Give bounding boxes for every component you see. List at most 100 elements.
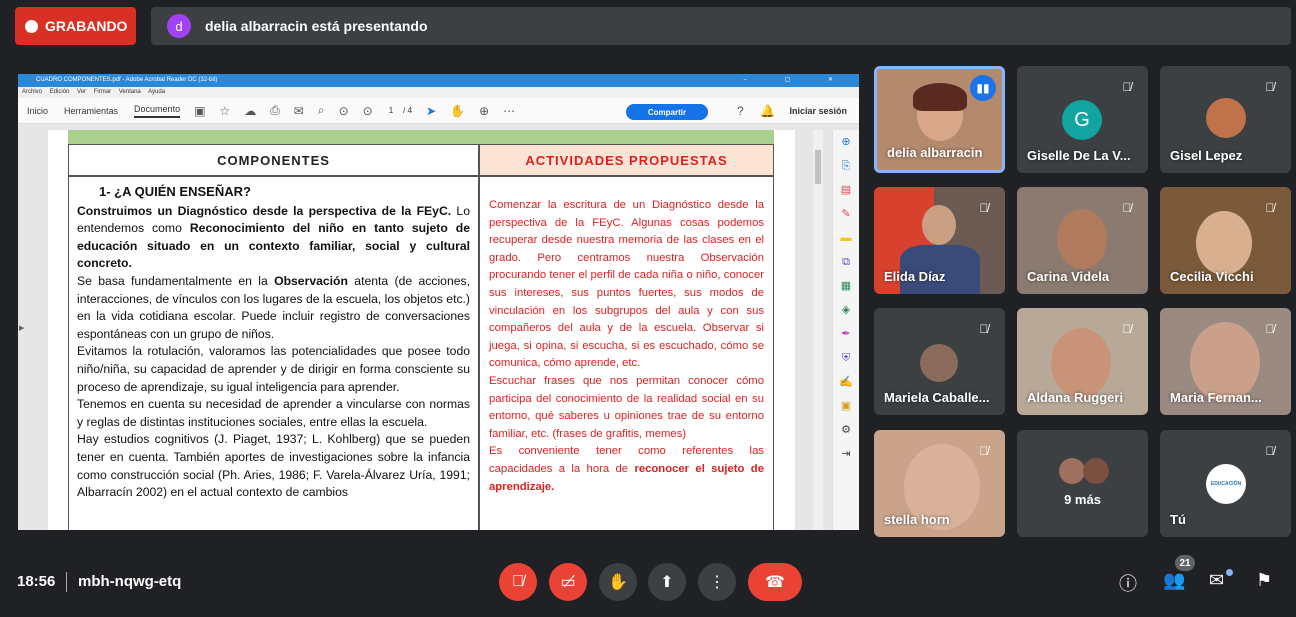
- tile-self[interactable]: EDUCACIÓN 🎙̸ Tú: [1160, 430, 1291, 537]
- speaking-icon: ▮▮: [970, 75, 996, 101]
- video-hair: [913, 83, 967, 111]
- header-actividades: ACTIVIDADES PROPUESTAS: [479, 144, 774, 176]
- excel-icon: ▦: [840, 280, 852, 292]
- sign-icon: ✍: [839, 376, 853, 388]
- mic-off-icon: 🎙̸: [979, 444, 989, 458]
- people-icon[interactable]: 👥: [1163, 570, 1185, 591]
- mic-off-icon: 🎙̸: [1265, 444, 1275, 458]
- mic-toggle-button[interactable]: 🎙̸: [499, 563, 537, 601]
- present-icon: ⬆: [660, 574, 674, 591]
- star-icon: ☆: [219, 103, 231, 118]
- export-pdf-icon: ⎘: [841, 160, 851, 172]
- mic-off-icon: 🎙̸: [979, 322, 989, 336]
- activity-1: Comenzar la escritura de un Diagnóstico …: [489, 199, 764, 370]
- participant-name: Elida Díaz: [884, 269, 946, 284]
- paragraph-4: Tenemos en cuenta su necesidad de aprend…: [77, 397, 470, 429]
- menu-archivo: Archivo: [22, 89, 43, 95]
- hand-icon: ✋: [450, 103, 466, 118]
- tile-carina[interactable]: 🎙̸ Carina Videla: [1017, 187, 1148, 294]
- section-title: 1- ¿A QUIÉN ENSEÑAR?: [99, 184, 251, 199]
- save-icon: ▣: [194, 103, 206, 118]
- tab-documento: Documento: [134, 104, 181, 118]
- tile-aldana[interactable]: 🎙̸ Aldana Ruggeri: [1017, 308, 1148, 415]
- upload-icon: ☁: [244, 103, 257, 118]
- paragraph-1: Construimos un Diagnóstico desde la pers…: [77, 203, 470, 273]
- mic-off-icon: 🎙̸: [1122, 80, 1132, 94]
- mic-off-icon: 🎙̸: [1265, 322, 1275, 336]
- edit-pdf-icon: ✎: [841, 208, 851, 220]
- record-dot-icon: [25, 19, 38, 33]
- video-face: [1051, 328, 1111, 398]
- pdf-page: COMPONENTES ACTIVIDADES PROPUESTAS 1- ¿A…: [48, 130, 795, 530]
- tile-stella[interactable]: 🎙̸ stella horn: [874, 430, 1005, 537]
- presenter-banner: d delia albarracin está presentando: [151, 7, 1291, 45]
- hand-icon: ✋: [608, 574, 628, 591]
- mic-off-icon: 🎙̸: [512, 573, 524, 590]
- cursor-icon: ➤: [426, 103, 437, 118]
- tile-giselle[interactable]: G 🎙̸ Giselle De La V...: [1017, 66, 1148, 173]
- raise-hand-button[interactable]: ✋: [599, 563, 637, 601]
- comment-icon: ▬: [840, 232, 852, 244]
- participant-name: Maria Fernan...: [1170, 390, 1262, 405]
- tile-mariela[interactable]: 🎙̸ Mariela Caballe...: [874, 308, 1005, 415]
- more-count: 9 más: [1064, 492, 1101, 507]
- presenter-avatar: d: [167, 14, 191, 38]
- logo-educacion: EDUCACIÓN: [1206, 464, 1246, 504]
- acrobat-menubar: Archivo Edición Ver Firmar Ventana Ayuda: [18, 87, 859, 98]
- avatar-g: G: [1062, 100, 1102, 140]
- page-current: 1: [388, 106, 394, 115]
- tile-elida[interactable]: 🎙̸ Elida Díaz: [874, 187, 1005, 294]
- menu-edicion: Edición: [49, 89, 70, 95]
- divider: [66, 572, 67, 592]
- camera-off-icon: ▭̸: [560, 574, 576, 591]
- video-face: [1196, 211, 1252, 275]
- participant-name: Mariela Caballe...: [884, 390, 990, 405]
- acrobat-titlebar: CUADRO COMPONENTES.pdf - Adobe Acrobat R…: [18, 74, 859, 87]
- more-options-button[interactable]: ⋮: [698, 563, 736, 601]
- header-componentes: COMPONENTES: [68, 144, 479, 176]
- components-column: 1- ¿A QUIÉN ENSEÑAR? Construimos un Diag…: [68, 176, 479, 530]
- tile-gisel[interactable]: 🎙̸ Gisel Lepez: [1160, 66, 1291, 173]
- activity-2: Escuchar frases que nos permitan conocer…: [489, 374, 764, 440]
- page-up-icon: ⊙: [338, 103, 349, 118]
- share-button: Compartir: [626, 104, 708, 120]
- menu-ver: Ver: [77, 89, 87, 95]
- call-controls-bar: 18:56 mbh-nqwg-etq 🎙̸ ▭̸ ✋ ⬆ ⋮ ☎ ⓘ 👥 21 …: [0, 548, 1296, 617]
- meeting-code: mbh-nqwg-etq: [78, 573, 182, 590]
- paragraph-2: Se basa fundamentalmente en la Observaci…: [77, 273, 470, 343]
- search-icon: ⌕: [317, 103, 325, 117]
- p2-bold: Observación: [274, 273, 348, 288]
- camera-toggle-button[interactable]: ▭̸: [549, 563, 587, 601]
- participant-name: Tú: [1170, 512, 1186, 527]
- tile-maria[interactable]: 🎙̸ Maria Fernan...: [1160, 308, 1291, 415]
- mic-off-icon: 🎙̸: [1122, 322, 1132, 336]
- window-controls: – ▢ ✕: [743, 77, 851, 83]
- tile-delia[interactable]: ▮▮ delia albarracin: [874, 66, 1005, 173]
- info-icon[interactable]: ⓘ: [1119, 570, 1137, 596]
- present-button[interactable]: ⬆: [648, 563, 686, 601]
- chat-icon[interactable]: ✉: [1209, 570, 1224, 591]
- avatar-photo: [920, 344, 958, 382]
- page-down-icon: ⊙: [362, 103, 373, 118]
- acrobat-title: CUADRO COMPONENTES.pdf - Adobe Acrobat R…: [36, 77, 218, 83]
- share-label: Compartir: [647, 107, 687, 117]
- video-face: [922, 205, 956, 245]
- bell-icon: 🔔: [760, 104, 775, 118]
- tile-more-participants[interactable]: 9 más: [1017, 430, 1148, 537]
- tab-herramientas: Herramientas: [64, 105, 119, 116]
- p2-a: Se basa fundamentalmente en la: [77, 273, 275, 288]
- recording-indicator[interactable]: GRABANDO: [15, 7, 136, 45]
- recording-label: GRABANDO: [45, 18, 128, 34]
- acrobat-toolbar: Inicio Herramientas Documento ▣ ☆ ☁ ⎙ ✉ …: [18, 98, 859, 124]
- tile-cecilia[interactable]: 🎙̸ Cecilia Vicchi: [1160, 187, 1291, 294]
- presenter-text: delia albarracin está presentando: [205, 18, 428, 34]
- leave-call-button[interactable]: ☎: [748, 563, 802, 601]
- zoom-icon: ⊕: [479, 103, 490, 118]
- activities-icon[interactable]: ⚑: [1256, 570, 1272, 591]
- tools-icon: ⚙: [841, 424, 851, 436]
- tab-inicio: Inicio: [27, 105, 49, 116]
- menu-ventana: Ventana: [118, 89, 141, 95]
- participant-name: delia albarracin: [887, 145, 983, 160]
- paragraph-3: Evitamos la rotulación, valoramos las po…: [77, 344, 470, 394]
- p1-bold-a: Construimos un Diagnóstico desde la pers…: [77, 203, 452, 218]
